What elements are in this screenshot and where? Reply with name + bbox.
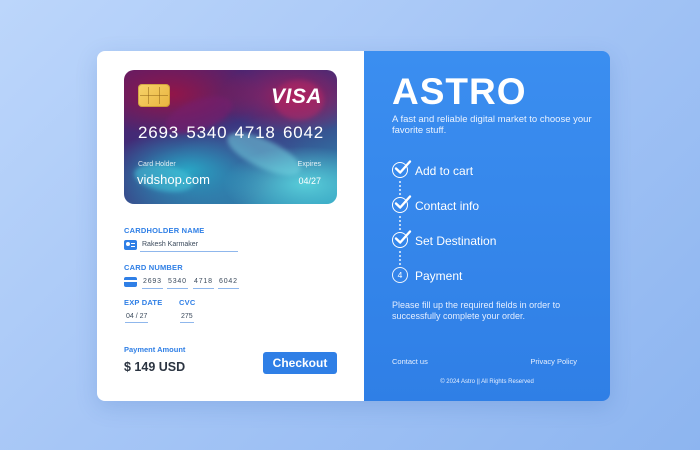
- step-connector: [399, 215, 401, 231]
- checkout-panel: VISA 2693 5340 4718 6042 Card Holder vid…: [97, 51, 610, 401]
- card-number-label: CARD NUMBER: [124, 263, 183, 272]
- step-set-destination: Set Destination: [392, 230, 552, 250]
- payment-amount-value: $ 149 USD: [124, 360, 186, 374]
- step-number-badge: 4: [392, 267, 408, 283]
- step-label: Contact info: [415, 199, 480, 213]
- checkout-button[interactable]: Checkout: [263, 352, 337, 374]
- privacy-policy-link[interactable]: Privacy Policy: [530, 357, 577, 366]
- check-icon: [392, 160, 412, 178]
- card-number-group: 2693: [138, 123, 180, 142]
- payment-form-section: VISA 2693 5340 4718 6042 Card Holder vid…: [97, 51, 364, 401]
- card-holder-value: vidshop.com: [137, 172, 210, 187]
- step-connector: [399, 180, 401, 196]
- id-card-icon: [124, 240, 137, 250]
- payment-amount-label: Payment Amount: [124, 345, 186, 354]
- card-number-group: 5340: [186, 123, 228, 142]
- step-label: Set Destination: [415, 234, 497, 248]
- step-label: Add to cart: [415, 164, 474, 178]
- card-chip-icon: [138, 84, 170, 107]
- card-number-segment-2[interactable]: 5340: [167, 277, 188, 289]
- credit-card-preview: VISA 2693 5340 4718 6042 Card Holder vid…: [124, 70, 337, 204]
- brand-title: ASTRO: [392, 71, 527, 112]
- brand-panel: ASTRO A fast and reliable digital market…: [364, 51, 610, 401]
- check-icon: [392, 195, 412, 213]
- card-expires-value: 04/27: [298, 176, 321, 186]
- exp-date-label: EXP DATE: [124, 298, 163, 307]
- cvc-label: CVC: [179, 298, 196, 307]
- card-number-segment-4[interactable]: 6042: [218, 277, 239, 289]
- visa-logo: VISA: [270, 85, 322, 108]
- check-icon: [392, 230, 412, 248]
- contact-us-link[interactable]: Contact us: [392, 357, 428, 366]
- card-number-display: 2693 5340 4718 6042: [138, 123, 324, 143]
- step-connector: [399, 250, 401, 266]
- step-label: Payment: [415, 269, 463, 283]
- card-number-group: 4718: [234, 123, 276, 142]
- instructions-text: Please fill up the required fields in or…: [392, 300, 561, 321]
- copyright-text: © 2024 Astro || All Rights Reserved: [440, 379, 534, 385]
- credit-card-icon: [124, 277, 137, 287]
- cardholder-name-input[interactable]: Rakesh Karmaker: [140, 240, 238, 252]
- card-number-group: 6042: [282, 123, 324, 142]
- card-number-segment-1[interactable]: 2693: [142, 277, 163, 289]
- step-add-to-cart: Add to cart: [392, 160, 552, 180]
- card-holder-label: Card Holder: [138, 161, 176, 168]
- step-payment: 4 Payment: [392, 267, 552, 285]
- step-contact-info: Contact info: [392, 195, 552, 215]
- exp-date-input[interactable]: 04 / 27: [125, 312, 148, 323]
- brand-tagline: A fast and reliable digital market to ch…: [392, 114, 592, 136]
- cardholder-name-label: CARDHOLDER NAME: [124, 226, 205, 235]
- cvc-input[interactable]: 275: [180, 312, 194, 323]
- card-expires-label: Expires: [297, 161, 321, 168]
- card-number-segment-3[interactable]: 4718: [193, 277, 214, 289]
